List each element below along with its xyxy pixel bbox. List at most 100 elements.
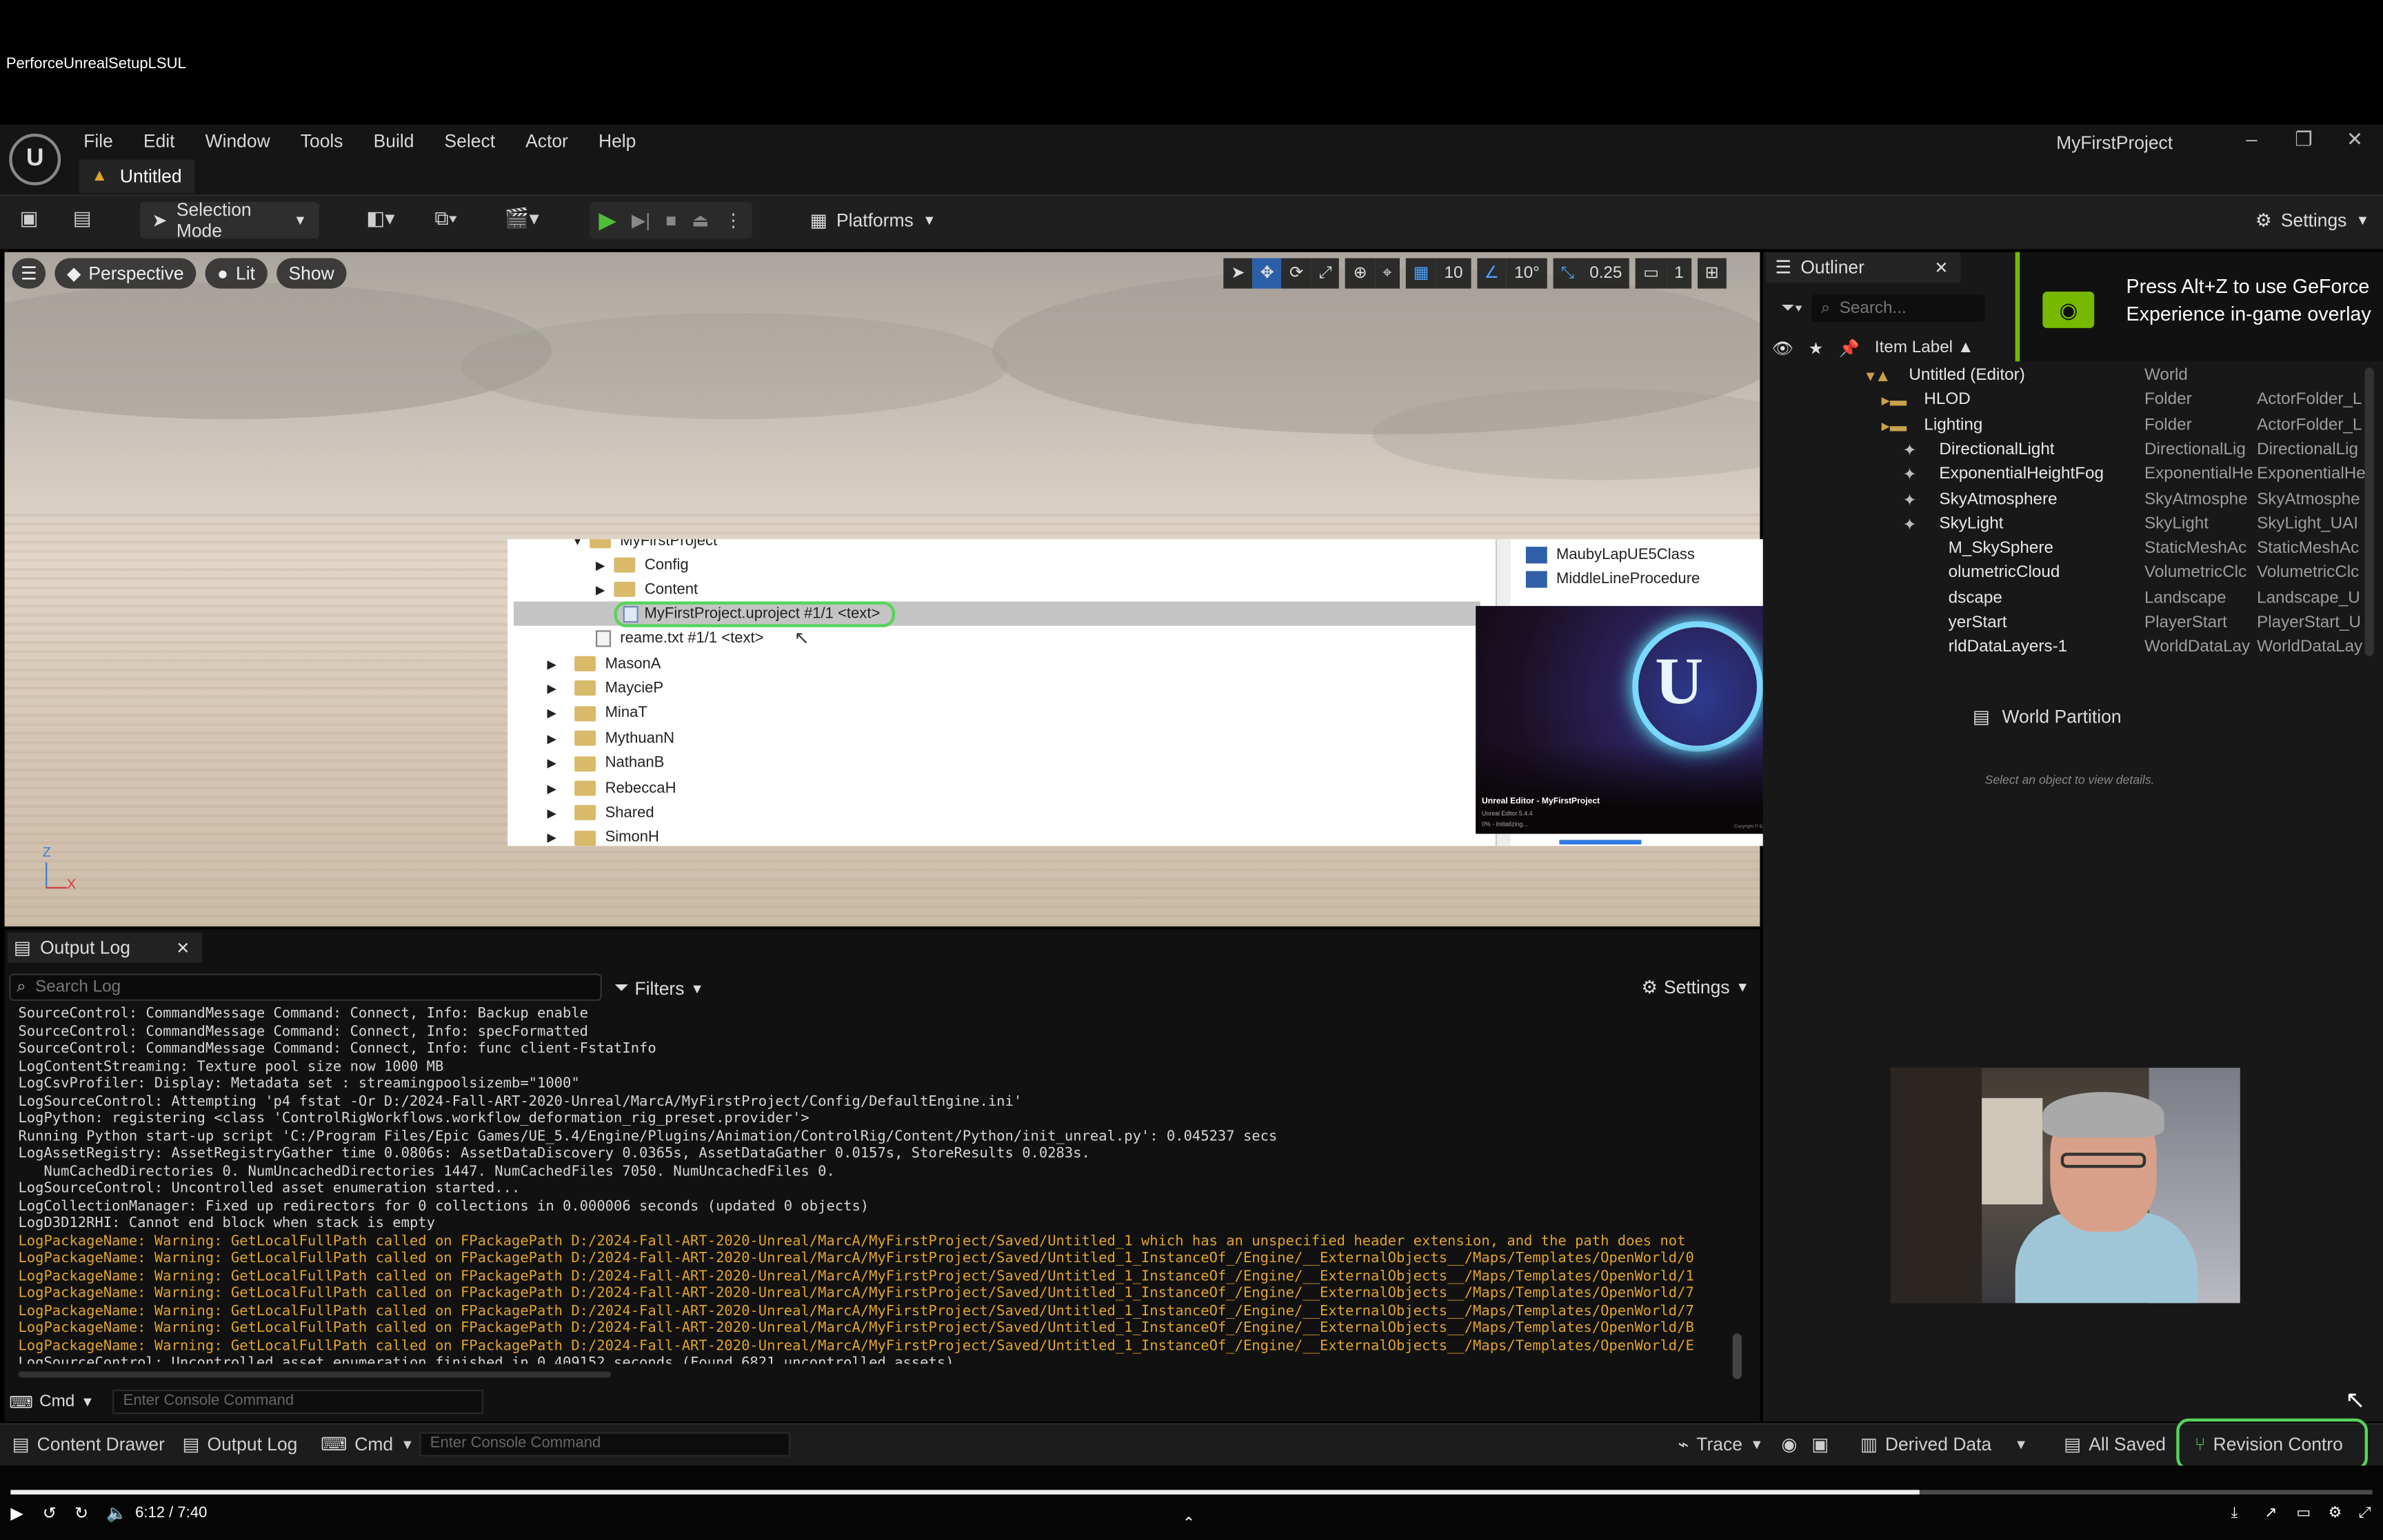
- tree-item[interactable]: ▶ Content: [596, 577, 698, 601]
- grid-snap-value[interactable]: 10: [1436, 258, 1471, 289]
- surface-snap-icon[interactable]: ⌖: [1375, 258, 1400, 289]
- tree-item[interactable]: ▶ Config: [596, 553, 689, 577]
- browse-icon[interactable]: ▤: [73, 207, 92, 231]
- outliner-row[interactable]: olumetricCloud: [1949, 564, 2060, 588]
- expand-icon[interactable]: ▶: [547, 682, 556, 696]
- translate-tool-icon[interactable]: ✥: [1252, 258, 1283, 289]
- list-item[interactable]: MaubyLapUE5Class: [1525, 543, 1695, 567]
- stop-icon[interactable]: ■: [665, 210, 676, 231]
- outliner-scrollbar[interactable]: [2364, 367, 2374, 656]
- log-scrollbar[interactable]: [1732, 1333, 1742, 1379]
- outliner-row[interactable]: DirectionalLight: [1939, 440, 2054, 465]
- menu-select[interactable]: Select: [445, 130, 496, 152]
- tree-item[interactable]: ▾ MyFirstProject: [574, 539, 717, 553]
- revision-control-button[interactable]: ⑂ Revision Contro: [2176, 1418, 2368, 1470]
- expand-icon[interactable]: ▶: [547, 807, 556, 820]
- tree-folder-item[interactable]: ▶ NathanB: [547, 751, 664, 776]
- screenshot-icon[interactable]: ▣: [1811, 1423, 1829, 1466]
- tree-folder-item[interactable]: ▶ MasonA: [547, 651, 661, 676]
- console-command-input[interactable]: Enter Console Command: [112, 1389, 484, 1415]
- log-hscrollbar[interactable]: [18, 1371, 612, 1378]
- menu-build[interactable]: Build: [374, 130, 414, 152]
- menu-edit[interactable]: Edit: [143, 130, 175, 152]
- play-icon[interactable]: ▶: [10, 1503, 23, 1523]
- minimize-icon[interactable]: –: [2246, 128, 2258, 150]
- expand-icon[interactable]: ▶: [547, 657, 556, 671]
- star-icon[interactable]: ★: [1809, 338, 1824, 357]
- camera-speed-icon[interactable]: ▭: [1636, 258, 1667, 289]
- output-log-tab[interactable]: ▤ Output Log ✕: [8, 932, 203, 963]
- status-console-input[interactable]: Enter Console Command: [419, 1432, 791, 1457]
- volume-icon[interactable]: 🔈: [106, 1503, 127, 1523]
- list-item[interactable]: MiddleLineProcedure: [1525, 567, 1700, 591]
- tree-folder-item[interactable]: ▶ RebeccaH: [547, 776, 676, 800]
- eject-icon[interactable]: ⏏: [692, 210, 709, 231]
- forward-icon[interactable]: ↻: [74, 1503, 88, 1523]
- filter-icon[interactable]: ⏷▾: [1781, 298, 1802, 318]
- expand-icon[interactable]: ▶: [547, 782, 556, 796]
- save-icon[interactable]: ▣: [20, 207, 39, 231]
- outliner-row[interactable]: HLOD: [1924, 391, 1970, 415]
- status-cmd-dropdown[interactable]: ⌨ Cmd ▼: [321, 1423, 414, 1466]
- selection-mode-button[interactable]: ➤ Selection Mode ▼: [139, 199, 319, 241]
- share-icon[interactable]: ↗: [2264, 1505, 2277, 1521]
- outliner-tab[interactable]: ☰ Outliner ✕: [1766, 252, 1961, 283]
- rotation-snap-value[interactable]: 10°: [1507, 258, 1547, 289]
- select-tool-icon[interactable]: ➤: [1223, 258, 1253, 289]
- outliner-row[interactable]: Lighting: [1924, 416, 1982, 440]
- scale-snap-icon[interactable]: ⤡: [1553, 258, 1582, 289]
- record-icon[interactable]: ◉: [1781, 1423, 1797, 1466]
- rotation-snap-icon[interactable]: ∠: [1476, 258, 1507, 289]
- restore-icon[interactable]: ❐: [2295, 128, 2313, 152]
- cmd-dropdown[interactable]: ⌨ Cmd ▼: [9, 1392, 94, 1412]
- cinematics-icon[interactable]: 🎬▾: [505, 207, 539, 231]
- outliner-row[interactable]: dscape: [1949, 589, 2002, 613]
- output-log-button[interactable]: ▤ Output Log: [182, 1423, 297, 1466]
- close-icon[interactable]: ✕: [1934, 257, 1948, 277]
- rewind-icon[interactable]: ↺: [43, 1503, 57, 1523]
- content-drawer-button[interactable]: ▤ Content Drawer: [12, 1423, 165, 1466]
- blueprint-icon[interactable]: ⧉▾: [434, 207, 457, 231]
- hamburger-icon[interactable]: ☰: [12, 258, 46, 289]
- search-log-input[interactable]: ⌕ Search Log: [9, 973, 602, 1001]
- scale-tool-icon[interactable]: ⤢: [1311, 258, 1340, 289]
- outliner-row[interactable]: SkyLight: [1939, 514, 2003, 538]
- play-icon[interactable]: ▶: [599, 207, 616, 234]
- add-actor-icon[interactable]: ◧▾: [366, 207, 394, 231]
- settings-button[interactable]: ⚙ Settings ▼: [2243, 202, 2369, 239]
- menu-actor[interactable]: Actor: [525, 130, 568, 152]
- outliner-row[interactable]: SkyAtmosphere: [1939, 490, 2057, 514]
- expand-icon[interactable]: ▶: [547, 831, 556, 845]
- trace-button[interactable]: ⌁ Trace ▼: [1678, 1423, 1763, 1466]
- video-progress-bar[interactable]: [10, 1490, 2373, 1495]
- download-icon[interactable]: ⤓: [2231, 1505, 2238, 1521]
- tree-item[interactable]: reame.txt #1/1 <text> ↖: [596, 626, 810, 650]
- derived-data-button[interactable]: ▥ Derived Data ▼: [1860, 1423, 2028, 1466]
- fullscreen-icon[interactable]: ⤢: [2359, 1505, 2371, 1521]
- outliner-row[interactable]: rldDataLayers-1: [1949, 638, 2068, 662]
- rotate-tool-icon[interactable]: ⟳: [1282, 258, 1311, 289]
- world-icon[interactable]: ⊕: [1345, 258, 1376, 289]
- all-saved-button[interactable]: ▤ All Saved: [2064, 1423, 2166, 1466]
- tree-folder-item[interactable]: ▶ SimonH: [547, 826, 659, 847]
- filters-button[interactable]: ⏷ Filters ▼: [614, 977, 703, 1000]
- outliner-row[interactable]: Untitled (Editor): [1909, 366, 2024, 390]
- outliner-row[interactable]: yerStart: [1949, 614, 2007, 638]
- tree-folder-item[interactable]: ▶ Shared: [547, 801, 654, 825]
- gear-icon[interactable]: ⚙: [2329, 1505, 2342, 1521]
- pin-icon[interactable]: 📌: [1839, 338, 1860, 357]
- menu-window[interactable]: Window: [205, 130, 270, 152]
- captions-icon[interactable]: ▭: [2296, 1505, 2311, 1521]
- tree-folder-item[interactable]: ▶ MaycieP: [547, 676, 663, 700]
- tree-folder-item[interactable]: ▶ MinaT: [547, 701, 647, 725]
- outliner-row[interactable]: M_SkySphere: [1949, 539, 2053, 563]
- more-icon[interactable]: ⋮: [724, 210, 742, 231]
- chevron-up-icon[interactable]: ⌃: [1183, 1516, 1195, 1532]
- expand-icon[interactable]: ▶: [547, 731, 556, 745]
- outliner-search-input[interactable]: ⌕ Search...: [1811, 294, 1985, 323]
- log-settings-button[interactable]: ⚙ Settings ▼: [1641, 977, 1749, 998]
- menu-help[interactable]: Help: [599, 130, 636, 152]
- unreal-logo-icon[interactable]: U: [9, 133, 61, 185]
- platforms-button[interactable]: ▦ Platforms ▼: [798, 202, 936, 239]
- eye-icon[interactable]: 👁: [1772, 338, 1793, 357]
